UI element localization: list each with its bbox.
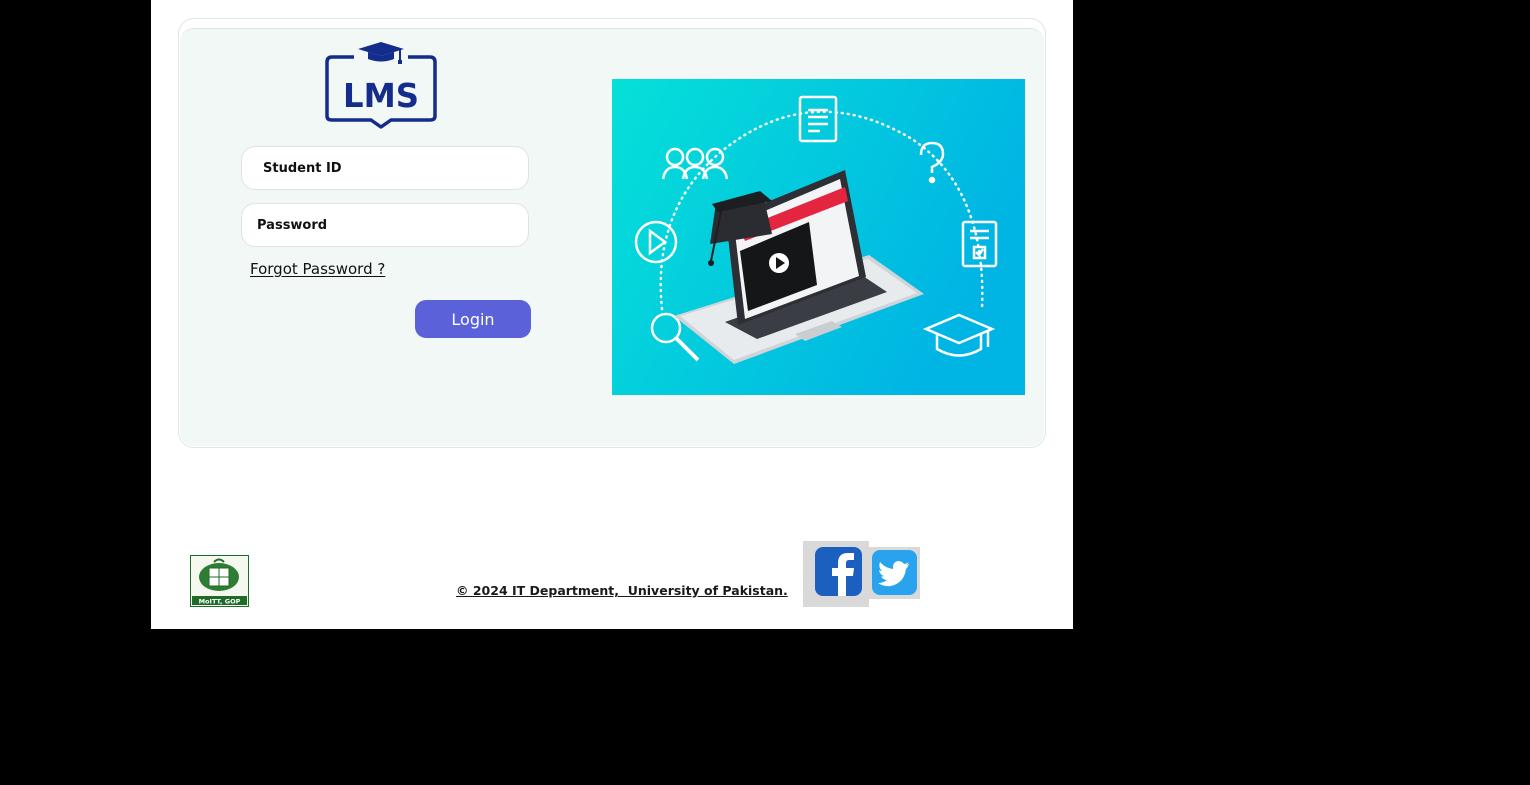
student-id-placeholder: Student ID xyxy=(263,160,342,176)
student-id-input[interactable]: Student ID xyxy=(241,146,529,190)
forgot-password-link[interactable]: Forgot Password ? xyxy=(250,260,385,278)
login-button-label: Login xyxy=(451,309,495,329)
password-placeholder: Password xyxy=(257,217,328,233)
twitter-icon[interactable] xyxy=(869,547,920,599)
moitt-gop-logo: MoITT, GOP xyxy=(190,555,249,607)
login-button[interactable]: Login xyxy=(415,300,531,338)
moitt-gop-logo-text: MoITT, GOP xyxy=(199,598,241,606)
facebook-icon[interactable] xyxy=(803,541,869,607)
graduation-cap-icon xyxy=(358,42,404,64)
password-input[interactable]: Password xyxy=(241,203,529,247)
elearning-illustration xyxy=(612,79,1025,395)
login-page: LMS Student ID Password Forgot Password … xyxy=(151,0,1073,629)
lms-logo: LMS xyxy=(325,42,437,129)
copyright-text: © 2024 IT Department, University of Paki… xyxy=(456,583,788,598)
lms-logo-text: LMS xyxy=(343,76,419,115)
